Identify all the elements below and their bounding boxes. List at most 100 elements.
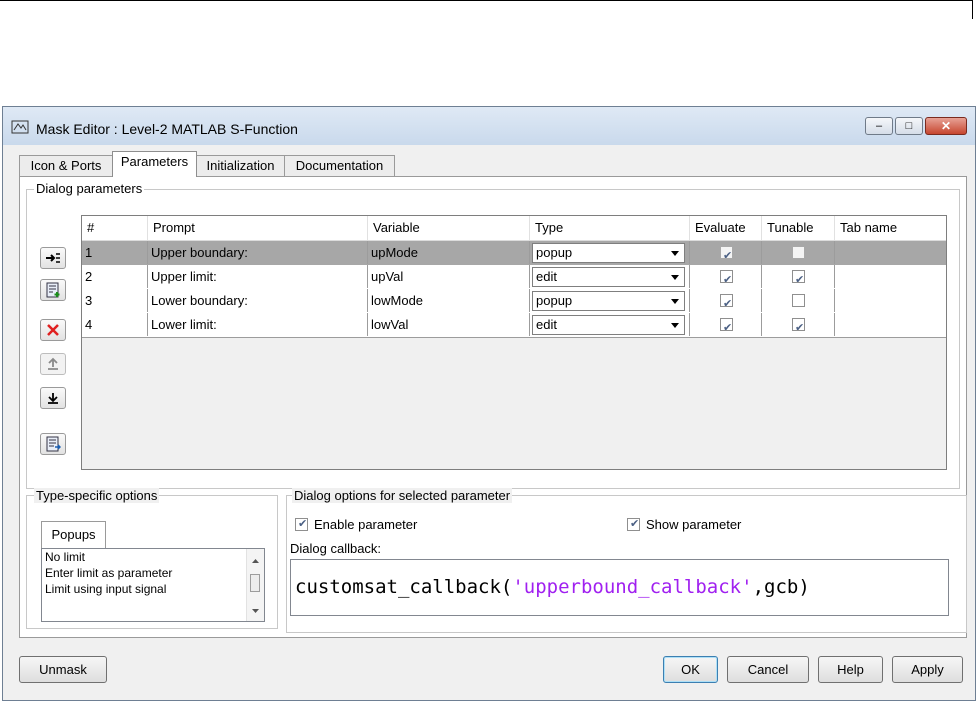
add-parameter-button[interactable] <box>40 279 66 301</box>
col-tunable-header: Tunable <box>762 216 835 240</box>
checkmark-icon: ✔ <box>723 274 733 286</box>
row-tabname[interactable] <box>835 241 946 264</box>
page-frame-top <box>0 0 973 19</box>
row-variable[interactable]: upMode <box>368 241 530 264</box>
unmask-button[interactable]: Unmask <box>19 656 107 683</box>
list-item[interactable]: No limit <box>45 550 85 564</box>
minimize-icon: – <box>875 120 883 132</box>
table-row[interactable]: 2 Upper limit: upVal edit ✔ ✔ <box>82 265 946 290</box>
list-item[interactable]: Limit using input signal <box>45 582 166 596</box>
row-number: 3 <box>82 289 148 312</box>
table-header: # Prompt Variable Type Evaluate Tunable … <box>82 216 946 241</box>
dialog-parameters-label: Dialog parameters <box>34 181 145 196</box>
insert-parameter-button[interactable] <box>40 247 66 269</box>
tunable-checkbox[interactable] <box>792 294 805 307</box>
evaluate-checkbox[interactable]: ✔ <box>720 246 733 262</box>
tab-popups[interactable]: Popups <box>41 521 106 548</box>
checkmark-icon: ✔ <box>795 322 805 334</box>
row-type-cell: popup <box>530 289 690 312</box>
type-dropdown[interactable]: popup <box>532 243 685 263</box>
row-tabname[interactable] <box>835 313 946 336</box>
tab-initialization[interactable]: Initialization <box>196 155 285 176</box>
tab-icon-ports[interactable]: Icon & Ports <box>19 155 113 176</box>
callback-string-arg: 'upperbound_callback' <box>512 576 753 598</box>
row-variable[interactable]: lowMode <box>368 289 530 312</box>
row-tabname[interactable] <box>835 289 946 312</box>
list-item[interactable]: Enter limit as parameter <box>45 566 172 580</box>
col-tabname-header: Tab name <box>840 220 898 235</box>
dialog-options-label: Dialog options for selected parameter <box>292 488 513 503</box>
minimize-button[interactable]: – <box>865 117 893 135</box>
move-up-button[interactable] <box>40 353 66 375</box>
delete-parameter-button[interactable] <box>40 319 66 341</box>
tab-documentation[interactable]: Documentation <box>284 155 395 176</box>
row-prompt[interactable]: Upper boundary: <box>148 241 368 264</box>
help-button[interactable]: Help <box>818 656 883 683</box>
copy-parameters-button[interactable] <box>40 433 66 455</box>
scroll-up-icon <box>252 559 259 563</box>
row-tunable-cell <box>762 289 835 312</box>
cancel-button[interactable]: Cancel <box>727 656 809 683</box>
window-controls: – □ ✕ <box>863 117 967 135</box>
evaluate-checkbox[interactable]: ✔ <box>720 294 733 310</box>
add-parameter-icon <box>46 282 60 298</box>
parameters-table: # Prompt Variable Type Evaluate Tunable … <box>81 215 947 470</box>
ok-button[interactable]: OK <box>663 656 718 683</box>
chevron-down-icon <box>671 299 679 304</box>
tab-parameters[interactable]: Parameters <box>112 151 197 177</box>
tunable-checkbox[interactable] <box>792 246 805 259</box>
col-variable-header: Variable <box>368 216 530 240</box>
move-down-button[interactable] <box>40 387 66 409</box>
row-evaluate-cell: ✔ <box>690 313 762 336</box>
checkmark-icon: ✔ <box>298 518 308 530</box>
tunable-checkbox[interactable]: ✔ <box>792 318 805 334</box>
checkmark-icon: ✔ <box>630 518 640 530</box>
row-type-cell: edit <box>530 313 690 336</box>
row-tunable-cell: ✔ <box>762 265 835 288</box>
row-number: 4 <box>82 313 148 336</box>
scroll-thumb[interactable] <box>250 574 260 592</box>
row-variable[interactable]: upVal <box>368 265 530 288</box>
move-up-icon <box>48 357 58 370</box>
move-down-icon <box>48 393 58 404</box>
close-button[interactable]: ✕ <box>925 117 967 135</box>
list-scrollbar[interactable] <box>246 549 264 621</box>
maximize-button[interactable]: □ <box>895 117 923 135</box>
checkmark-icon: ✔ <box>795 274 805 286</box>
row-number: 2 <box>82 265 148 288</box>
row-variable[interactable]: lowVal <box>368 313 530 336</box>
apply-button[interactable]: Apply <box>892 656 963 683</box>
maximize-icon: □ <box>905 120 913 132</box>
close-icon: ✕ <box>940 119 952 133</box>
insert-parameter-icon <box>46 253 60 263</box>
enable-parameter-label: Enable parameter <box>314 517 418 532</box>
show-parameter-checkbox[interactable]: ✔ <box>627 518 640 531</box>
dialog-callback-input[interactable]: customsat_callback('upperbound_callback'… <box>290 559 949 616</box>
chevron-down-icon <box>671 323 679 328</box>
row-prompt[interactable]: Upper limit: <box>148 265 368 288</box>
enable-parameter-checkbox[interactable]: ✔ <box>295 518 308 531</box>
row-tunable-cell: ✔ <box>762 313 835 336</box>
show-parameter-label: Show parameter <box>646 517 742 532</box>
tunable-checkbox[interactable]: ✔ <box>792 270 805 286</box>
col-prompt-header: Prompt <box>148 216 368 240</box>
type-dropdown[interactable]: edit <box>532 267 685 287</box>
row-evaluate-cell: ✔ <box>690 289 762 312</box>
popup-options-list[interactable]: No limit Enter limit as parameter Limit … <box>41 548 265 622</box>
evaluate-checkbox[interactable]: ✔ <box>720 318 733 334</box>
row-prompt[interactable]: Lower limit: <box>148 313 368 336</box>
row-number: 1 <box>82 241 148 264</box>
table-row[interactable]: 3 Lower boundary: lowMode popup ✔ <box>82 289 946 314</box>
row-tunable-cell <box>762 241 835 264</box>
row-type-cell: edit <box>530 265 690 288</box>
type-dropdown[interactable]: popup <box>532 291 685 311</box>
table-row[interactable]: 1 Upper boundary: upMode popup ✔ <box>82 241 946 266</box>
callback-function: customsat_callback( <box>295 576 513 598</box>
row-prompt[interactable]: Lower boundary: <box>148 289 368 312</box>
table-row[interactable]: 4 Lower limit: lowVal edit ✔ ✔ <box>82 313 946 338</box>
col-number-header: # <box>82 216 148 240</box>
evaluate-checkbox[interactable]: ✔ <box>720 270 733 286</box>
title-bar: Mask Editor : Level-2 MATLAB S-Function … <box>3 107 975 145</box>
row-tabname[interactable] <box>835 265 946 288</box>
type-dropdown[interactable]: edit <box>532 315 685 335</box>
